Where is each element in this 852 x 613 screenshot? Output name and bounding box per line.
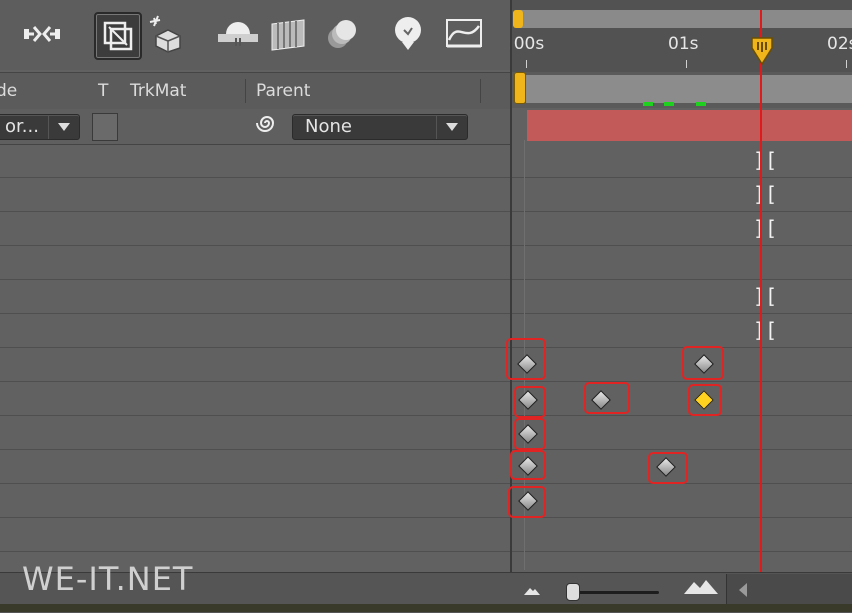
shy-layers-icon[interactable] [216, 12, 260, 56]
work-area-bar[interactable] [517, 10, 852, 28]
property-row[interactable] [0, 314, 852, 348]
trkmat-column-header[interactable]: TrkMat [130, 81, 186, 101]
zoom-slider-thumb[interactable] [566, 583, 580, 601]
panel-divider[interactable] [510, 0, 512, 612]
hold-keyframe-marker[interactable]: ][ [753, 148, 777, 172]
pickwhip-icon[interactable] [256, 112, 278, 138]
graph-icon[interactable] [442, 12, 486, 56]
footer-border [0, 604, 852, 612]
timeline-scrollbar[interactable] [726, 574, 852, 604]
current-time-indicator-icon[interactable] [750, 36, 774, 70]
motion-blur-icon[interactable] [320, 12, 364, 56]
parent-column-header[interactable]: Parent [256, 81, 310, 101]
property-row[interactable] [0, 144, 852, 178]
column-header: de T TrkMat Parent [0, 72, 512, 110]
watermark-text: WE-IT.NET [22, 560, 194, 598]
column-divider [480, 79, 481, 103]
cache-indicator [696, 102, 706, 106]
layer-duration-bar[interactable] [527, 110, 852, 141]
zoom-in-icon[interactable] [682, 576, 720, 600]
scroll-left-icon[interactable] [737, 582, 749, 598]
frame-blending-icon[interactable] [94, 12, 142, 60]
work-area-range[interactable] [526, 75, 852, 103]
parent-dropdown[interactable]: None [292, 114, 468, 140]
mode-column-header[interactable]: de [0, 81, 17, 101]
hold-keyframe-marker[interactable]: ][ [753, 284, 777, 308]
blend-mode-value: or... [5, 116, 39, 137]
brainstorm-icon[interactable] [386, 12, 430, 56]
preserve-transparency-checkbox[interactable] [92, 113, 118, 141]
cache-indicator [664, 102, 674, 106]
ruler-tick [846, 60, 847, 68]
chevron-down-icon [436, 115, 467, 139]
t-column-header[interactable]: T [98, 81, 108, 101]
ruler-tick [526, 60, 527, 68]
cache-indicator [643, 102, 653, 106]
property-row[interactable] [0, 484, 852, 518]
frame-blend-icon[interactable] [266, 12, 310, 56]
property-row[interactable] [0, 518, 852, 552]
zoom-out-icon[interactable] [522, 582, 542, 601]
graph-editor-icon[interactable] [20, 12, 64, 56]
ruler-label: :00s [508, 34, 545, 54]
column-divider [245, 79, 246, 103]
property-row[interactable] [0, 280, 852, 314]
property-row[interactable] [0, 348, 852, 382]
draft-3d-icon[interactable] [146, 12, 190, 56]
ruler-tick [686, 60, 687, 68]
timeline-toolbar [0, 0, 512, 70]
property-row[interactable] [0, 450, 852, 484]
zoom-slider-track[interactable] [575, 591, 659, 594]
work-area-start-handle[interactable] [513, 10, 523, 28]
property-row[interactable] [0, 382, 852, 416]
property-row[interactable] [0, 246, 852, 280]
ruler-label: 02s [827, 34, 852, 54]
property-row[interactable] [0, 178, 852, 212]
hold-keyframe-marker[interactable]: ][ [753, 216, 777, 240]
hold-keyframe-marker[interactable]: ][ [753, 318, 777, 342]
current-time-indicator-line[interactable] [760, 10, 762, 580]
property-row[interactable] [0, 416, 852, 450]
blend-mode-dropdown[interactable]: or... [0, 114, 80, 140]
in-point-handle[interactable] [514, 72, 526, 104]
hold-keyframe-marker[interactable]: ][ [753, 182, 777, 206]
parent-value: None [305, 116, 352, 137]
property-row[interactable] [0, 212, 852, 246]
ruler-label: 01s [668, 34, 699, 54]
chevron-down-icon [48, 115, 79, 139]
